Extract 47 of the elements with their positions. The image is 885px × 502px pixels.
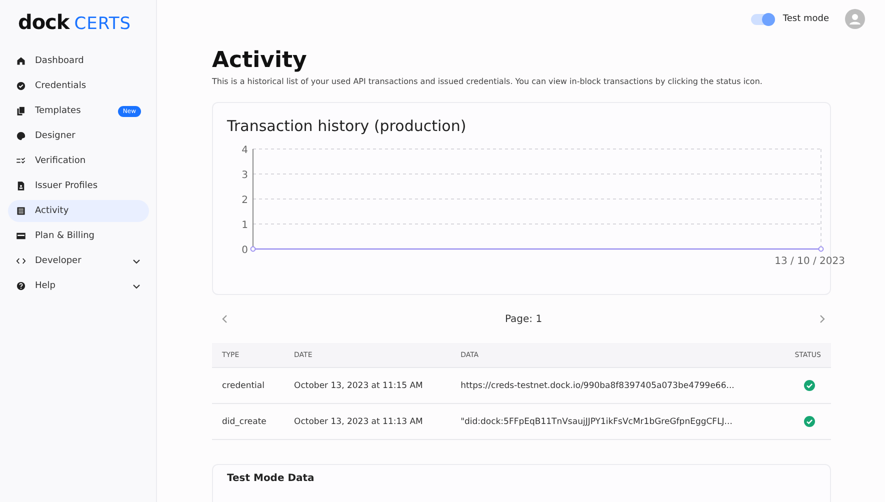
chevron-left-icon	[220, 314, 230, 324]
page-description: This is a historical list of your used API transactions and issued credentials. You can view in-block transactions by clicking the status icon.	[212, 77, 764, 86]
table-cell: https://creds-testnet.dock.io/990ba8f8397405a073be4799e66...	[450, 368, 780, 404]
brand-product: CERTS	[74, 14, 132, 34]
sidebar-item[interactable]: Activity	[8, 200, 149, 222]
chart-title: Transaction history (production)	[227, 117, 468, 135]
sidebar-item[interactable]: Issuer Profiles	[8, 175, 149, 197]
docs-icon	[16, 106, 26, 116]
sidebar-item[interactable]: Dashboard	[8, 50, 149, 72]
sidebar-item[interactable]: Credentials	[8, 75, 149, 97]
test-mode-toggle[interactable]	[750, 14, 775, 24]
palette-icon	[16, 131, 26, 141]
table-cell: credential	[212, 368, 284, 404]
page-indicator: Page: 1	[504, 314, 542, 324]
y-axis-label: 0	[242, 245, 248, 256]
sidebar-item[interactable]: Plan & Billing	[8, 225, 149, 247]
table-cell: did_create	[212, 404, 284, 440]
avatar-icon[interactable]	[845, 9, 865, 29]
test-mode-label: Test mode	[782, 14, 829, 24]
list-icon	[16, 206, 26, 216]
table-cell: October 13, 2023 at 11:13 AM	[284, 404, 451, 440]
brand-name: dock	[18, 10, 70, 34]
chevron-right-icon	[817, 314, 827, 324]
test-card-title: Test Mode Data	[227, 473, 316, 484]
badge-icon	[16, 81, 26, 91]
check-icon	[16, 156, 26, 166]
id-icon	[16, 181, 26, 191]
sidebar-item[interactable]: Designer	[8, 125, 149, 147]
y-axis-label: 2	[242, 195, 248, 206]
chevron-icon	[132, 256, 141, 266]
help-icon	[16, 281, 26, 291]
card-icon	[16, 231, 26, 241]
check-circle-icon[interactable]	[804, 416, 815, 427]
sidebar-item[interactable]: Developer	[8, 250, 149, 272]
sidebar-item[interactable]: Help	[8, 275, 149, 297]
sidebar-item[interactable]: Verification	[8, 150, 149, 172]
table-cell: "did:dock:5FFpEqB11TnVsaujJJPY1ikFsVcMr1bGreGfpnEggCFLJ...	[450, 404, 780, 440]
table-cell: October 13, 2023 at 11:15 AM	[284, 368, 451, 404]
date-label: 13 / 10 / 2023	[774, 256, 845, 267]
home-icon	[16, 56, 26, 66]
y-axis-label: 1	[242, 220, 248, 231]
check-circle-icon[interactable]	[804, 380, 815, 391]
chevron-icon	[132, 282, 141, 290]
page-title: Activity	[212, 48, 308, 73]
code-icon	[16, 256, 26, 266]
y-axis-label: 4	[242, 145, 248, 156]
y-axis-label: 3	[242, 170, 248, 181]
